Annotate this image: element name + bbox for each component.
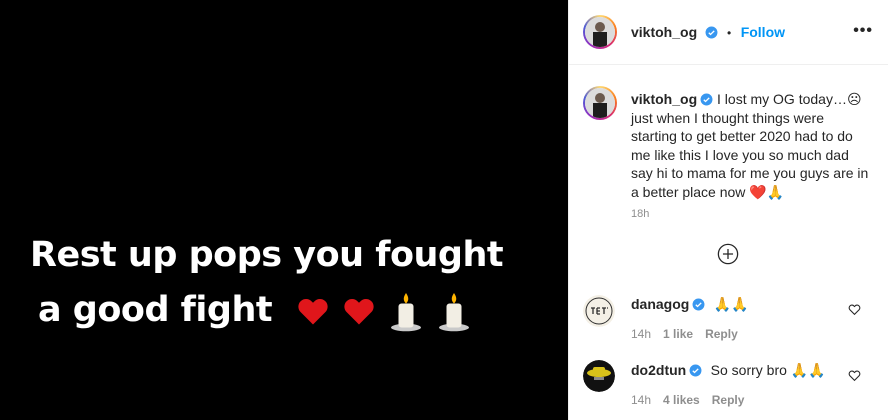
post-caption: viktoh_og I lost my OG today…☹ just when… — [631, 90, 871, 201]
comment-username[interactable]: danagog — [631, 296, 689, 312]
author-username[interactable]: viktoh_og — [631, 24, 697, 40]
caption-text: I lost my OG today…☹ just when I thought… — [631, 91, 869, 200]
caption-avatar[interactable] — [583, 86, 617, 120]
reply-button[interactable]: Reply — [712, 393, 745, 407]
comment-row: danagog 🙏🙏 — [631, 296, 749, 314]
jeje-logo-icon — [583, 295, 615, 327]
reply-button[interactable]: Reply — [705, 327, 738, 341]
post-side-panel: viktoh_og • Follow ••• viktoh_og I lost … — [568, 0, 888, 420]
comment-row: do2dtun So sorry bro 🙏🙏 — [631, 362, 826, 380]
post-text-line-2: a good fight — [38, 290, 273, 330]
comment-username[interactable]: do2dtun — [631, 362, 686, 378]
hat-avatar-icon — [583, 360, 615, 392]
caption-timestamp: 18h — [631, 208, 650, 220]
red-heart-icon — [344, 298, 374, 324]
comment-meta: 14h 1 like Reply — [631, 327, 738, 341]
more-options-button[interactable]: ••• — [853, 22, 873, 40]
comment-text: So sorry bro 🙏🙏 — [710, 362, 826, 378]
follow-button[interactable]: Follow — [741, 24, 785, 40]
comment-likes[interactable]: 4 likes — [663, 393, 700, 407]
post-image[interactable]: Rest up pops you fought a good fight — [0, 0, 568, 420]
like-comment-heart-icon[interactable] — [848, 303, 861, 316]
comment-text: 🙏🙏 — [713, 296, 749, 312]
commenter-avatar[interactable] — [583, 360, 615, 392]
candle-icon — [391, 292, 422, 331]
author-avatar[interactable] — [583, 15, 617, 49]
comment-likes[interactable]: 1 like — [663, 327, 693, 341]
profile-photo-icon — [585, 88, 615, 118]
post-image-text: Rest up pops you fought a good fight — [30, 228, 550, 338]
verified-badge-icon — [692, 298, 705, 311]
plus-circle-icon[interactable] — [717, 243, 739, 265]
emoji-row — [296, 290, 472, 332]
like-comment-heart-icon[interactable] — [848, 369, 861, 382]
caption-username[interactable]: viktoh_og — [631, 91, 697, 107]
post-text-line-1: Rest up pops you fought — [30, 235, 504, 275]
verified-badge-icon — [689, 364, 702, 377]
commenter-avatar[interactable] — [583, 295, 615, 327]
verified-badge-icon — [705, 26, 718, 39]
candle-icon — [439, 292, 470, 331]
comment-time[interactable]: 14h — [631, 327, 651, 341]
separator-dot: • — [727, 26, 732, 40]
red-heart-icon — [298, 298, 328, 324]
post-header: viktoh_og • Follow ••• — [569, 0, 888, 65]
comment-meta: 14h 4 likes Reply — [631, 393, 744, 407]
profile-photo-icon — [585, 17, 615, 47]
verified-badge-icon — [700, 93, 713, 106]
comment-time[interactable]: 14h — [631, 393, 651, 407]
